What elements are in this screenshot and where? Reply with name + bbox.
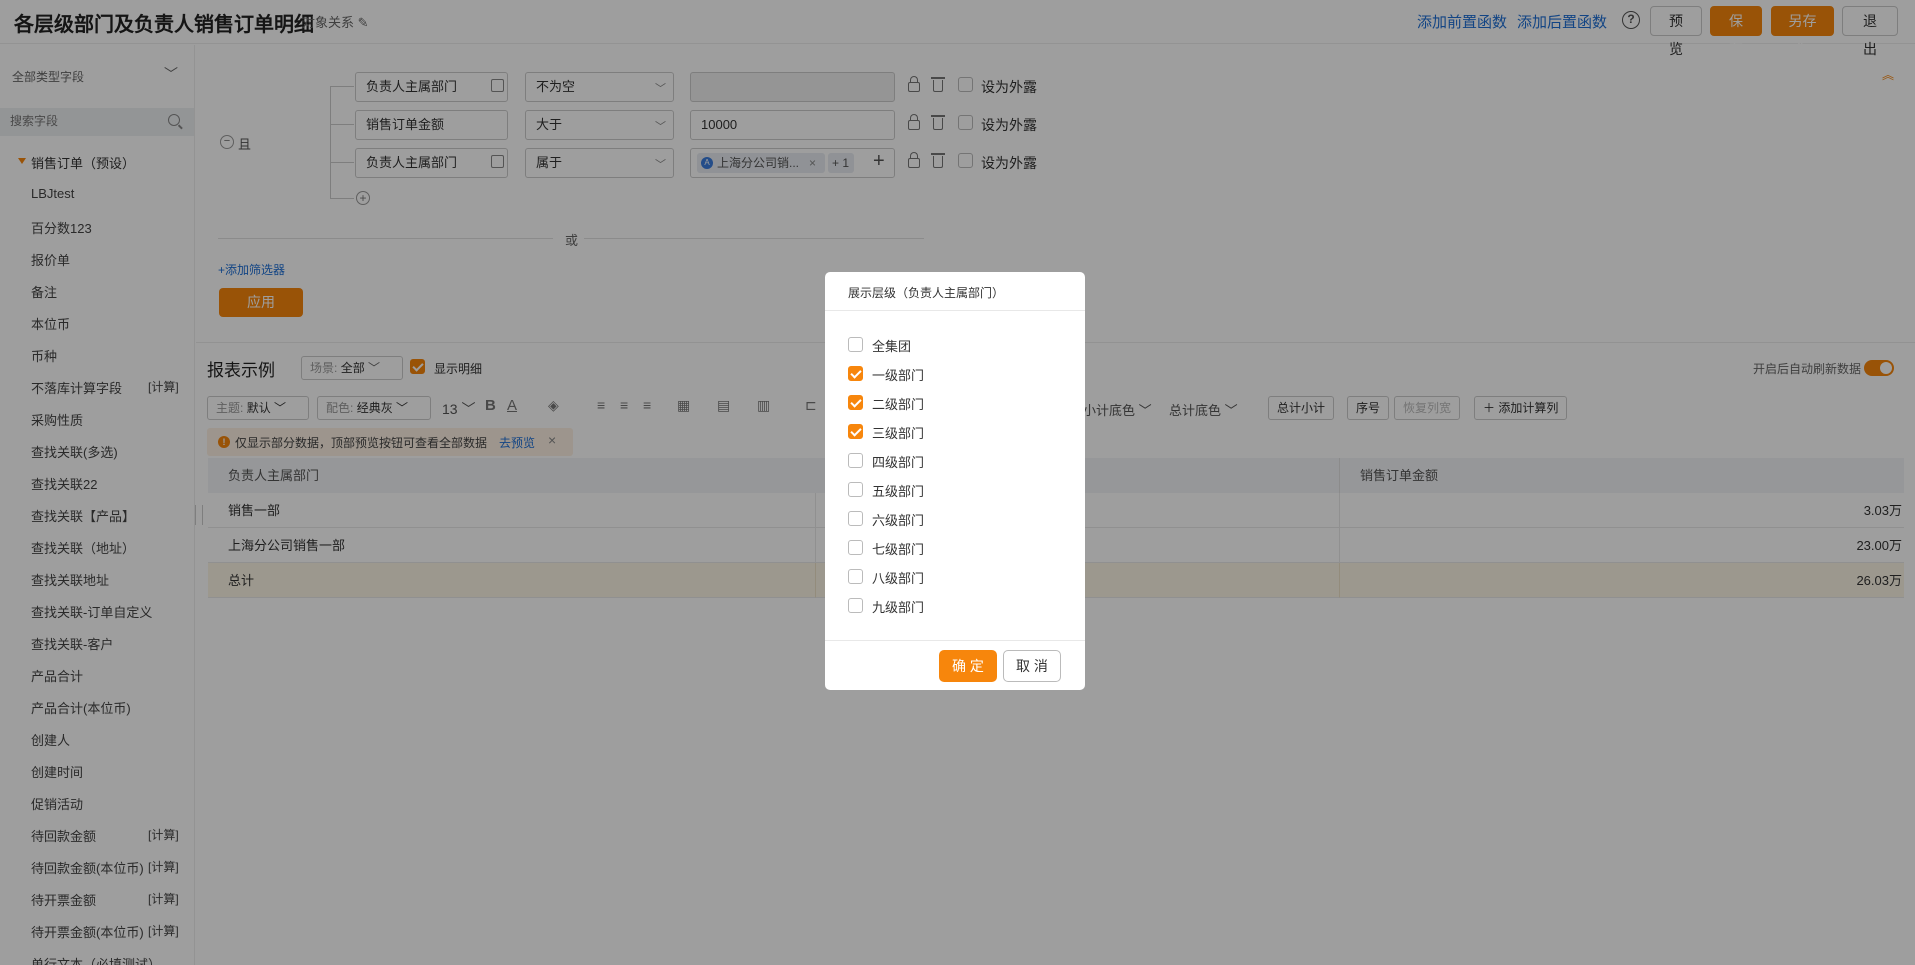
level-label: 二级部门 <box>872 397 925 412</box>
level-checkbox[interactable] <box>848 598 863 613</box>
level-checkbox[interactable] <box>848 366 863 381</box>
level-checkbox[interactable] <box>848 337 863 352</box>
level-label: 三级部门 <box>872 426 925 441</box>
display-level-dialog: 展示层级（负责人主属部门） 全集团一级部门二级部门三级部门四级部门五级部门六级部… <box>825 272 1085 690</box>
dialog-divider <box>825 310 1085 311</box>
level-checkbox[interactable] <box>848 569 863 584</box>
dialog-divider <box>825 640 1085 641</box>
level-checkbox[interactable] <box>848 482 863 497</box>
level-label: 四级部门 <box>872 455 925 470</box>
level-label: 一级部门 <box>872 368 925 383</box>
level-label: 八级部门 <box>872 571 925 586</box>
dialog-title: 展示层级（负责人主属部门） <box>848 286 1005 300</box>
level-label: 九级部门 <box>872 600 925 615</box>
level-checkbox[interactable] <box>848 453 863 468</box>
level-checkbox[interactable] <box>848 540 863 555</box>
level-label: 全集团 <box>872 339 912 354</box>
level-label: 六级部门 <box>872 513 925 528</box>
level-label: 五级部门 <box>872 484 925 499</box>
confirm-button[interactable]: 确 定 <box>939 650 997 682</box>
level-checkbox[interactable] <box>848 395 863 410</box>
cancel-button[interactable]: 取 消 <box>1003 650 1061 682</box>
level-checkbox[interactable] <box>848 511 863 526</box>
level-label: 七级部门 <box>872 542 925 557</box>
level-checkbox[interactable] <box>848 424 863 439</box>
